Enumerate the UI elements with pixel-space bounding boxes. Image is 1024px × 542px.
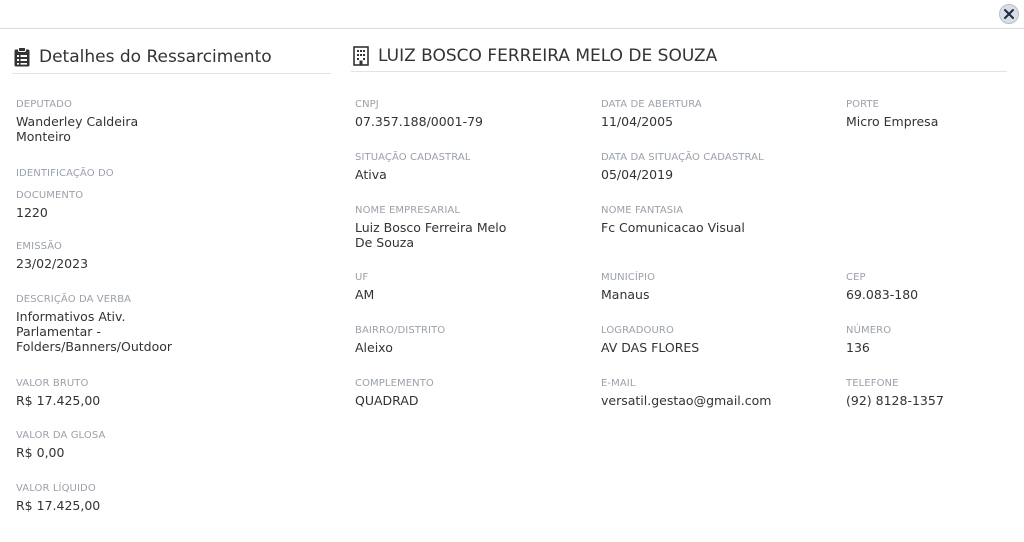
field-value: Wanderley Caldeira Monteiro (16, 114, 216, 144)
field-logradouro: LOGRADOURO AV DAS FLORES (601, 324, 699, 355)
field-value: 136 (846, 340, 870, 355)
field-valor-bruto: VALOR BRUTO R$ 17.425,00 (16, 377, 216, 408)
reimbursement-details-panel: Detalhes do Ressarcimento (12, 40, 331, 74)
field-label: COMPLEMENTO (355, 378, 434, 389)
field-value: Informativos Ativ. Parlamentar - Folders… (16, 309, 216, 354)
clipboard-list-icon (12, 46, 32, 68)
field-valor-liquido: VALOR LÍQUIDO R$ 17.425,00 (16, 482, 216, 513)
field-value: 05/04/2019 (601, 167, 674, 182)
close-icon (1004, 9, 1014, 19)
field-label: VALOR LÍQUIDO (16, 483, 96, 494)
company-details-panel: LUIZ BOSCO FERREIRA MELO DE SOUZA (351, 40, 1007, 72)
field-descricao-verba: DESCRIÇÃO DA VERBA Informativos Ativ. Pa… (16, 293, 216, 354)
field-value: (92) 8128-1357 (846, 393, 944, 408)
field-label: DATA DE ABERTURA (601, 99, 702, 110)
field-data-situacao-cadastral: DATA DA SITUAÇÃO CADASTRAL 05/04/2019 (601, 151, 764, 182)
field-label: IDENTIFICAÇÃO DO (16, 168, 114, 179)
field-email: E-MAIL versatil.gestao@gmail.com (601, 377, 771, 408)
field-value: QUADRAD (355, 393, 419, 408)
field-data-abertura: DATA DE ABERTURA 11/04/2005 (601, 98, 702, 129)
company-details-header: LUIZ BOSCO FERREIRA MELO DE SOUZA (351, 40, 1007, 72)
field-label: NÚMERO (846, 325, 892, 336)
close-button[interactable] (999, 4, 1019, 24)
field-value: Aleixo (355, 340, 393, 355)
field-value: 11/04/2005 (601, 114, 674, 129)
field-label: BAIRRO/DISTRITO (355, 325, 446, 336)
field-emissao: EMISSÃO 23/02/2023 (16, 240, 216, 271)
field-value: Fc Comunicacao Visual (601, 220, 745, 235)
reimbursement-details-title: Detalhes do Ressarcimento (39, 46, 272, 67)
field-cnpj: CNPJ 07.357.188/0001-79 (355, 98, 483, 129)
field-label: CEP (846, 272, 866, 283)
field-label: CNPJ (355, 99, 379, 110)
reimbursement-details-header: Detalhes do Ressarcimento (12, 40, 331, 74)
field-value: 23/02/2023 (16, 256, 89, 271)
field-value: 69.083-180 (846, 287, 919, 302)
field-label: VALOR BRUTO (16, 378, 89, 389)
field-label: SITUAÇÃO CADASTRAL (355, 152, 471, 163)
field-telefone: TELEFONE (92) 8128-1357 (846, 377, 944, 408)
field-value-line: Folders/Banners/Outdoor (16, 339, 173, 354)
field-label: E-MAIL (601, 378, 636, 389)
field-value: R$ 0,00 (16, 445, 65, 460)
field-value: R$ 17.425,00 (16, 393, 101, 408)
field-uf: UF AM (355, 271, 374, 302)
field-label: LOGRADOURO (601, 325, 674, 336)
field-value-line: De Souza (355, 235, 415, 250)
field-numero: NÚMERO 136 (846, 324, 891, 355)
field-situacao-cadastral: SITUAÇÃO CADASTRAL Ativa (355, 151, 471, 182)
field-value: AV DAS FLORES (601, 340, 700, 355)
field-value: Luiz Bosco Ferreira Melo De Souza (355, 220, 506, 250)
field-municipio: MUNICÍPIO Manaus (601, 271, 655, 302)
field-value: 07.357.188/0001-79 (355, 114, 484, 129)
field-value: versatil.gestao@gmail.com (601, 393, 772, 408)
field-value: Ativa (355, 167, 387, 182)
field-value-line: Wanderley Caldeira (16, 114, 139, 129)
field-value: AM (355, 287, 375, 302)
field-label: PORTE (846, 99, 880, 110)
field-label: DEPUTADO (16, 99, 72, 110)
field-label: NOME FANTASIA (601, 205, 684, 216)
field-value-line: Monteiro (16, 129, 71, 144)
field-value-line: Informativos Ativ. (16, 309, 126, 324)
field-value: Micro Empresa (846, 114, 939, 129)
field-nome-fantasia: NOME FANTASIA Fc Comunicacao Visual (601, 204, 745, 235)
field-label: TELEFONE (846, 378, 899, 389)
field-value: Manaus (601, 287, 650, 302)
field-bairro-distrito: BAIRRO/DISTRITO Aleixo (355, 324, 445, 355)
modal-top-bar (0, 0, 1024, 29)
field-label: UF (355, 272, 369, 283)
field-value: R$ 17.425,00 (16, 498, 101, 513)
field-value-line: Luiz Bosco Ferreira Melo (355, 220, 507, 235)
field-label: VALOR DA GLOSA (16, 430, 106, 441)
field-label: NOME EMPRESARIAL (355, 205, 461, 216)
field-deputado: DEPUTADO Wanderley Caldeira Monteiro (16, 98, 216, 144)
field-nome-empresarial: NOME EMPRESARIAL Luiz Bosco Ferreira Mel… (355, 204, 506, 250)
field-identificacao-documento: IDENTIFICAÇÃO DO DOCUMENTO 1220 (16, 167, 216, 220)
field-value: 1220 (16, 205, 48, 220)
building-icon (351, 45, 371, 67)
field-complemento: COMPLEMENTO QUADRAD (355, 377, 434, 408)
field-valor-glosa: VALOR DA GLOSA R$ 0,00 (16, 429, 216, 460)
field-label: MUNICÍPIO (601, 272, 656, 283)
field-porte: PORTE Micro Empresa (846, 98, 938, 129)
field-value-line: Parlamentar - (16, 324, 101, 339)
field-label: DATA DA SITUAÇÃO CADASTRAL (601, 152, 764, 163)
field-label: EMISSÃO (16, 241, 63, 252)
company-name-title: LUIZ BOSCO FERREIRA MELO DE SOUZA (378, 45, 718, 66)
field-cep: CEP 69.083-180 (846, 271, 918, 302)
field-label: DOCUMENTO (16, 190, 84, 201)
field-label: DESCRIÇÃO DA VERBA (16, 294, 132, 305)
